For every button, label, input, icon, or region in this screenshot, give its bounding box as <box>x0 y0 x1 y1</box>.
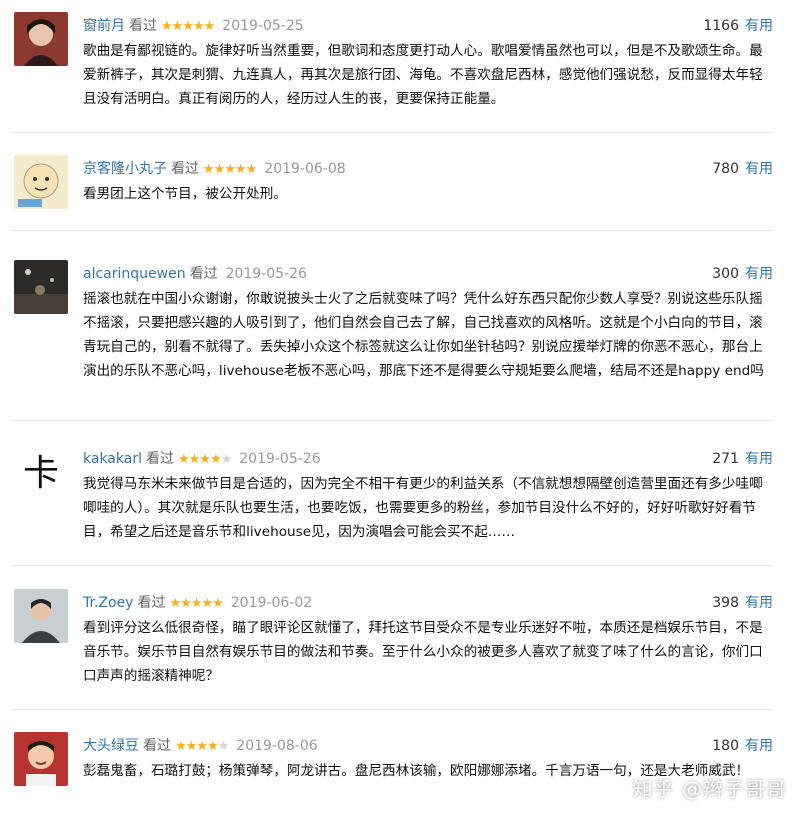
star-icon: ★ <box>220 452 233 467</box>
star-icon: ★ <box>185 739 198 754</box>
rating-stars: ★★★★★ <box>203 158 258 182</box>
useful-button[interactable]: 有用 <box>745 738 773 754</box>
watched-label: 看过 <box>143 738 171 754</box>
useful-count: 271 <box>712 451 739 467</box>
star-icon: ★ <box>199 452 211 467</box>
star-icon: ★ <box>188 452 201 467</box>
star-icon: ★ <box>245 162 258 177</box>
watched-label: 看过 <box>137 595 166 611</box>
avatar[interactable] <box>14 732 68 786</box>
divider <box>12 709 772 710</box>
review-text: 摇滚也就在中国小众谢谢，你敢说披头士火了之后就变味了吗？凭什么好东西只配你少数人… <box>83 291 764 379</box>
review-text: 歌曲是有鄙视链的。旋律好听当然重要，但歌词和态度更打动人心。歌唱爱情虽然也可以，… <box>83 43 763 107</box>
rating-stars: ★★★★★ <box>161 15 216 39</box>
star-icon: ★ <box>180 596 192 611</box>
star-icon: ★ <box>177 452 190 467</box>
star-icon: ★ <box>171 19 184 34</box>
star-icon: ★ <box>203 162 215 177</box>
star-icon: ★ <box>175 739 187 754</box>
watermark: 知乎 @辫子哥哥 <box>632 777 787 801</box>
reviewer-name[interactable]: 京客隆小丸子 <box>83 161 167 177</box>
avatar-glyph: 卡 <box>23 453 59 494</box>
rating-stars: ★★★★★ <box>175 735 230 759</box>
reviewer-name[interactable]: 大头绿豆 <box>83 738 139 754</box>
watched-label: 看过 <box>145 451 174 467</box>
useful-button[interactable]: 有用 <box>745 18 773 34</box>
review-date: 2019-05-26 <box>225 266 307 282</box>
review-date: 2019-06-02 <box>230 595 313 611</box>
avatar[interactable] <box>14 589 68 643</box>
star-icon: ★ <box>182 19 194 34</box>
rating-stars: ★★★★★ <box>177 448 233 472</box>
star-icon: ★ <box>213 162 226 177</box>
review-text: 看到评分这么低很奇怪，瞄了眼评论区就懂了，拜托这节目受众不是专业乐迷好不啦，本质… <box>83 620 763 684</box>
reviewer-name[interactable]: 窗前月 <box>83 18 125 34</box>
rating-stars: ★★★★★ <box>169 592 224 616</box>
star-icon: ★ <box>224 162 236 177</box>
star-icon: ★ <box>203 19 216 34</box>
divider <box>12 565 772 566</box>
avatar[interactable]: 卡 <box>14 445 68 499</box>
star-icon: ★ <box>212 596 224 611</box>
avatar[interactable] <box>14 260 68 314</box>
review-date: 2019-05-25 <box>222 18 304 34</box>
useful-count: 780 <box>712 161 739 177</box>
review-text: 看男团上这个节目，被公开处刑。 <box>83 186 287 202</box>
watched-label: 看过 <box>129 18 157 34</box>
review-date: 2019-06-08 <box>264 161 346 177</box>
useful-count: 180 <box>712 738 739 754</box>
reviewer-name[interactable]: kakakarl <box>83 451 142 467</box>
star-icon: ★ <box>190 596 203 611</box>
divider <box>12 132 772 133</box>
avatar[interactable] <box>14 12 68 66</box>
review-text: 我觉得马东米未来做节目是合适的，因为完全不相干有更少的利益关系（不信就想想隔壁创… <box>83 476 763 540</box>
useful-button[interactable]: 有用 <box>745 161 773 177</box>
watched-label: 看过 <box>189 266 218 282</box>
useful-button[interactable]: 有用 <box>745 266 773 282</box>
star-icon: ★ <box>217 739 230 754</box>
star-icon: ★ <box>209 452 222 467</box>
review-date: 2019-05-26 <box>239 451 321 467</box>
avatar[interactable] <box>14 155 68 209</box>
useful-button[interactable]: 有用 <box>745 451 773 467</box>
star-icon: ★ <box>196 739 208 754</box>
review-date: 2019-08-06 <box>236 738 318 754</box>
divider <box>12 230 772 231</box>
useful-button[interactable]: 有用 <box>745 595 773 611</box>
useful-count: 398 <box>712 595 739 611</box>
star-icon: ★ <box>161 19 173 34</box>
star-icon: ★ <box>234 162 247 177</box>
reviewer-name[interactable]: Tr.Zoey <box>83 595 133 611</box>
star-icon: ★ <box>201 596 213 611</box>
star-icon: ★ <box>192 19 205 34</box>
watched-label: 看过 <box>171 161 199 177</box>
divider <box>12 420 772 421</box>
useful-count: 1166 <box>703 18 739 34</box>
star-icon: ★ <box>206 739 219 754</box>
star-icon: ★ <box>169 596 181 611</box>
reviewer-name[interactable]: alcarinquewen <box>83 266 186 282</box>
useful-count: 300 <box>712 266 739 282</box>
